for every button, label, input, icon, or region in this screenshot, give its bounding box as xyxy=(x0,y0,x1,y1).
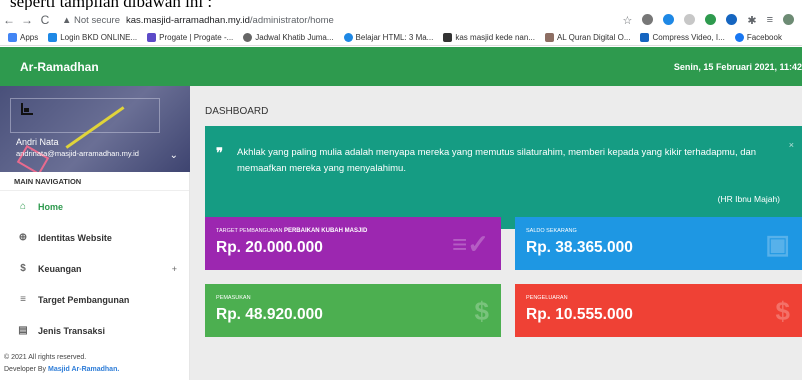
card-label: TARGET PEMBANGUNAN Perbaikan Kubah Masji… xyxy=(216,228,368,234)
sidebar: Andri Nata andrinata@masjid-arramadhan.m… xyxy=(0,86,190,380)
globe-icon xyxy=(243,33,253,42)
reload-icon[interactable]: C xyxy=(36,13,54,27)
extension-icon[interactable] xyxy=(663,13,675,25)
sidebar-item-keuangan[interactable]: $ Keuangan + xyxy=(0,253,189,284)
quote-icon: ❞ xyxy=(216,145,223,160)
extension-icons: ☆ ✱ ≡ xyxy=(622,13,802,27)
bookmark-item[interactable]: Jadwal Khatib Juma... xyxy=(243,33,334,42)
card-label: SALDO SEKARANG xyxy=(526,228,577,234)
profile-avatar-icon[interactable] xyxy=(783,13,794,25)
bookmark-item[interactable]: Belajar HTML: 3 Ma... xyxy=(343,33,433,42)
stat-card-pemasukan[interactable]: PEMASUKAN Rp. 48.920.000 $ xyxy=(205,284,501,337)
checklist-icon: ≡ xyxy=(20,294,26,305)
sidebar-item-label: Jenis Transaksi xyxy=(38,325,106,336)
sidebar-item-label: Target Pembangunan xyxy=(38,294,130,305)
bookmark-item[interactable]: Progate | Progate -... xyxy=(147,33,233,42)
brand-logo[interactable]: Ar-Ramadhan xyxy=(0,60,99,74)
quote-text: Akhlak yang paling mulia adalah menyapa … xyxy=(237,147,757,174)
list-icon: ▤ xyxy=(18,325,28,336)
extension-icon[interactable] xyxy=(726,13,738,25)
sidebar-item-identitas-website[interactable]: ⊕ Identitas Website xyxy=(0,222,189,253)
card-value: Rp. 38.365.000 xyxy=(526,239,633,256)
html-icon xyxy=(343,33,353,42)
bookmark-item[interactable]: AL Quran Digital O... xyxy=(544,33,630,42)
browser-toolbar: ← → C ▲ Not secure kas.masjid-arramadhan… xyxy=(0,10,802,30)
card-value: Rp. 48.920.000 xyxy=(216,306,323,323)
close-icon[interactable]: × xyxy=(789,140,794,150)
developer-link[interactable]: Masjid Ar-Ramadhan. xyxy=(48,366,119,373)
masjid-icon xyxy=(443,33,453,42)
app-header: Ar-Ramadhan Senin, 15 Februari 2021, 11:… xyxy=(0,47,802,86)
extension-icon[interactable] xyxy=(642,13,654,25)
apps-grid-icon xyxy=(8,33,17,42)
card-value: Rp. 20.000.000 xyxy=(216,239,323,256)
user-email: andrinata@masjid-arramadhan.my.id xyxy=(16,149,139,158)
dollar-icon: $ xyxy=(20,263,26,274)
checklist-icon: ≡✓ xyxy=(452,229,489,259)
stat-card-saldo-sekarang[interactable]: SALDO SEKARANG Rp. 38.365.000 ▣ xyxy=(515,217,802,270)
main-content: DASHBOARD ❞ Akhlak yang paling mulia ada… xyxy=(190,86,802,380)
dollar-icon: $ xyxy=(474,296,489,326)
stat-card-target-pembangunan[interactable]: TARGET PEMBANGUNAN Perbaikan Kubah Masji… xyxy=(205,217,501,270)
sidebar-footer: © 2021 All rights reserved. Developer By… xyxy=(0,352,189,376)
facebook-icon xyxy=(734,33,744,42)
not-secure-label[interactable]: ▲ Not secure xyxy=(62,15,120,26)
bookmark-item[interactable]: Compress Video, I... xyxy=(640,33,725,42)
sidebar-item-label: Keuangan xyxy=(38,263,82,274)
stat-card-pengeluaran[interactable]: PENGELUARAN Rp. 10.555.000 $ xyxy=(515,284,802,337)
bookmark-item[interactable]: Login BKD ONLINE... xyxy=(48,33,137,42)
back-icon[interactable]: ← xyxy=(0,13,18,27)
header-date: Senin, 15 Februari 2021, 11:42 xyxy=(673,61,802,72)
bookmark-item[interactable]: Facebook xyxy=(734,33,782,42)
card-label: PEMASUKAN xyxy=(216,295,251,301)
bookmarks-bar: Apps Login BKD ONLINE... Progate | Proga… xyxy=(0,30,802,46)
sidebar-item-home[interactable]: ⌂ Home xyxy=(0,191,189,222)
quote-callout: ❞ Akhlak yang paling mulia adalah menyap… xyxy=(205,126,802,229)
logo-icon xyxy=(21,103,33,115)
card-label-detail: Perbaikan Kubah Masjid xyxy=(283,228,368,234)
star-icon[interactable]: ☆ xyxy=(622,14,632,27)
bookmark-item[interactable]: kas masjid kede nan... xyxy=(443,33,535,42)
forward-icon[interactable]: → xyxy=(18,13,36,27)
bookmark-item[interactable]: Apps xyxy=(8,33,38,42)
extension-icon[interactable] xyxy=(705,13,717,25)
url-path[interactable]: /administrator/home xyxy=(250,15,334,26)
url-domain[interactable]: kas.masjid-arramadhan.my.id xyxy=(126,15,250,26)
user-panel[interactable]: Andri Nata andrinata@masjid-arramadhan.m… xyxy=(0,86,190,172)
chevron-down-icon[interactable]: ⌄ xyxy=(170,150,178,161)
sidebar-item-jenis-transaksi[interactable]: ▤ Jenis Transaksi xyxy=(0,315,189,346)
page-title: DASHBOARD xyxy=(205,106,269,117)
sidebar-item-label: Home xyxy=(38,201,64,212)
dollar-icon: $ xyxy=(775,296,790,326)
expand-icon[interactable]: + xyxy=(172,264,177,274)
wallet-icon: ▣ xyxy=(765,229,790,259)
nav-header: MAIN NAVIGATION xyxy=(0,172,189,191)
sidebar-item-label: Identitas Website xyxy=(38,232,112,243)
quran-icon xyxy=(544,33,554,42)
extension-icon[interactable] xyxy=(684,13,696,25)
reading-list-icon[interactable]: ≡ xyxy=(767,14,773,27)
caption-text: seperti tampilan dibawah ini : xyxy=(10,0,213,10)
globe-icon: ⊕ xyxy=(18,232,28,243)
card-label: PENGELUARAN xyxy=(526,295,568,301)
progate-icon xyxy=(147,33,157,42)
copyright-text: © 2021 All rights reserved. xyxy=(4,354,87,361)
bkd-icon xyxy=(48,33,58,42)
developer-line: Developer By Masjid Ar-Ramadhan. xyxy=(4,366,120,373)
home-icon: ⌂ xyxy=(19,201,27,212)
sidebar-item-target-pembangunan[interactable]: ≡ Target Pembangunan xyxy=(0,284,189,315)
compress-icon xyxy=(640,33,650,42)
card-value: Rp. 10.555.000 xyxy=(526,306,633,323)
user-name: Andri Nata xyxy=(16,137,59,147)
puzzle-icon[interactable]: ✱ xyxy=(747,14,756,27)
quote-source: (HR Ibnu Majah) xyxy=(717,194,780,204)
